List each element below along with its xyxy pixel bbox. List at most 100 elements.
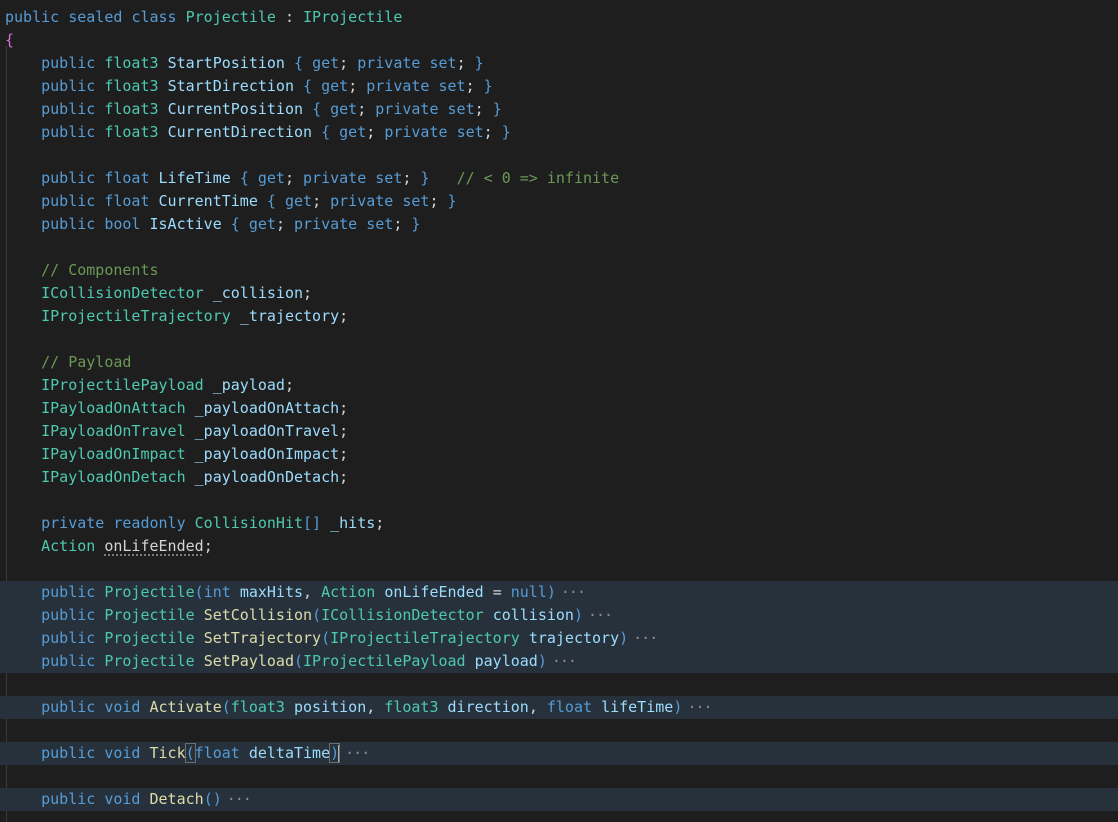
code-token: get <box>284 192 313 210</box>
code-token: float3 <box>104 77 168 95</box>
code-token: CurrentTime <box>158 192 267 210</box>
code-token: ; <box>402 169 421 187</box>
code-line[interactable]: public float3 StartPosition { get; priva… <box>0 52 1118 75</box>
code-line[interactable]: // Payload <box>0 351 1118 374</box>
code-line[interactable] <box>0 765 1118 788</box>
code-token: collision <box>492 606 574 624</box>
code-text: public Projectile(int maxHits, Action on… <box>5 581 586 604</box>
code-token: IProjectilePayload <box>303 652 475 670</box>
code-token: set <box>438 77 466 95</box>
code-line[interactable]: public void Tick(float deltaTime) ··· <box>0 742 1118 765</box>
code-token: set <box>429 54 457 72</box>
code-line[interactable]: Action onLifeEnded; <box>0 535 1118 558</box>
code-token: IPayloadOnImpact <box>41 445 195 463</box>
code-text: public float3 StartDirection { get; priv… <box>5 75 493 98</box>
code-line[interactable]: IProjectilePayload _payload; <box>0 374 1118 397</box>
code-text: private readonly CollisionHit[] _hits; <box>5 512 384 535</box>
code-token: CurrentDirection <box>167 123 322 141</box>
code-line[interactable]: public float LifeTime { get; private set… <box>0 167 1118 190</box>
code-line[interactable]: { <box>0 29 1118 52</box>
code-line[interactable]: public Projectile SetTrajectory(IProject… <box>0 627 1118 650</box>
code-line[interactable] <box>0 328 1118 351</box>
code-line[interactable]: IPayloadOnTravel _payloadOnTravel; <box>0 420 1118 443</box>
code-token: get <box>330 100 358 118</box>
code-token: ( <box>221 698 231 716</box>
code-token: ; <box>465 77 484 95</box>
code-line[interactable] <box>0 144 1118 167</box>
code-text: IPayloadOnImpact _payloadOnImpact; <box>5 443 348 466</box>
code-line[interactable] <box>0 673 1118 696</box>
code-line[interactable]: IPayloadOnAttach _payloadOnAttach; <box>0 397 1118 420</box>
code-text: public void Activate(float3 position, fl… <box>5 696 712 719</box>
fold-ellipsis-icon[interactable]: ··· <box>687 698 712 716</box>
code-token: float3 <box>104 100 168 118</box>
code-line[interactable] <box>0 489 1118 512</box>
code-token: public <box>5 8 69 26</box>
code-line[interactable]: IProjectileTrajectory _trajectory; <box>0 305 1118 328</box>
code-line[interactable]: public Projectile SetCollision(ICollisio… <box>0 604 1118 627</box>
code-token: Action <box>41 537 105 555</box>
code-editor[interactable]: public sealed class Projectile : IProjec… <box>0 0 1118 822</box>
fold-ellipsis-icon[interactable]: ··· <box>633 629 658 647</box>
code-line[interactable]: public sealed class Projectile : IProjec… <box>0 6 1118 29</box>
code-line[interactable]: public float3 CurrentPosition { get; pri… <box>0 98 1118 121</box>
code-line[interactable]: public void Detach() ··· <box>0 788 1118 811</box>
code-line[interactable]: public Projectile(int maxHits, Action on… <box>0 581 1118 604</box>
code-token: ; <box>275 215 294 233</box>
code-token: ) <box>573 606 583 624</box>
code-token: private <box>303 169 376 187</box>
fold-ellipsis-icon[interactable]: ··· <box>561 583 586 601</box>
code-token: public <box>41 606 105 624</box>
code-token: _collision <box>212 284 304 302</box>
code-token: public <box>41 77 105 95</box>
code-token: private <box>375 100 448 118</box>
code-token: public <box>41 192 105 210</box>
code-line[interactable]: public float3 CurrentDirection { get; pr… <box>0 121 1118 144</box>
code-token: SetPayload <box>203 652 294 670</box>
code-token: public <box>41 583 105 601</box>
code-line[interactable]: IPayloadOnDetach _payloadOnDetach; <box>0 466 1118 489</box>
code-text: // Payload <box>5 351 131 374</box>
code-line[interactable]: public bool IsActive { get; private set;… <box>0 213 1118 236</box>
fold-ellipsis-icon[interactable]: ··· <box>345 744 370 762</box>
code-token: ) <box>537 652 547 670</box>
code-line[interactable] <box>0 236 1118 259</box>
code-line[interactable]: public float CurrentTime { get; private … <box>0 190 1118 213</box>
code-token: private <box>294 215 367 233</box>
code-token: Projectile <box>185 8 276 26</box>
code-line[interactable]: public void Activate(float3 position, fl… <box>0 696 1118 719</box>
code-token: ; <box>357 100 376 118</box>
code-token: : <box>275 8 304 26</box>
code-line[interactable]: // Components <box>0 259 1118 282</box>
code-token: _payload <box>212 376 285 394</box>
code-token: _payloadOnTravel <box>194 422 340 440</box>
code-token: SetCollision <box>203 606 313 624</box>
code-token: } <box>474 54 484 72</box>
code-token: private <box>330 192 403 210</box>
fold-ellipsis-icon[interactable]: ··· <box>588 606 613 624</box>
code-line[interactable]: ICollisionDetector _collision; <box>0 282 1118 305</box>
code-token: ; <box>366 123 385 141</box>
code-line[interactable]: private readonly CollisionHit[] _hits; <box>0 512 1118 535</box>
code-token: ; <box>339 422 349 440</box>
code-token: get <box>257 169 285 187</box>
fold-ellipsis-icon[interactable]: ··· <box>227 790 252 808</box>
code-token: { <box>230 215 249 233</box>
code-line[interactable]: public float3 StartDirection { get; priv… <box>0 75 1118 98</box>
code-text: // Components <box>5 259 158 282</box>
code-token: position <box>294 698 367 716</box>
code-line[interactable]: public Projectile SetPayload(IProjectile… <box>0 650 1118 673</box>
code-line[interactable] <box>0 719 1118 742</box>
code-text: Action onLifeEnded; <box>5 535 213 558</box>
code-line[interactable] <box>0 558 1118 581</box>
code-text: public bool IsActive { get; private set;… <box>5 213 420 236</box>
code-text: ICollisionDetector _collision; <box>5 282 312 305</box>
code-token: ; <box>303 284 313 302</box>
code-line[interactable]: IPayloadOnImpact _payloadOnImpact; <box>0 443 1118 466</box>
fold-ellipsis-icon[interactable]: ··· <box>552 652 577 670</box>
